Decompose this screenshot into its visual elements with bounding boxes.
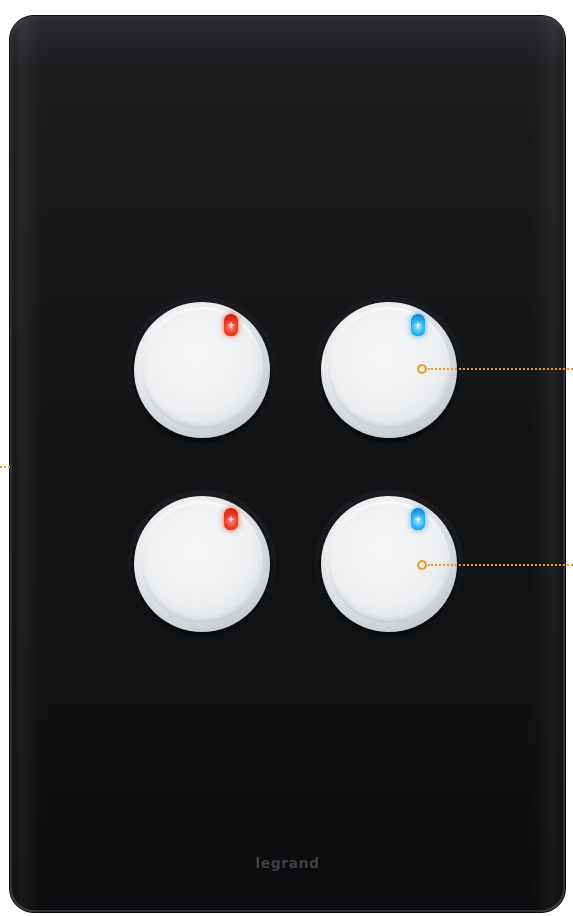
- callout-marker-bottom: [417, 560, 427, 570]
- callout-line-bottom: [428, 564, 573, 566]
- plus-icon: +: [414, 515, 422, 525]
- blue-led-icon: +: [411, 314, 425, 336]
- blue-led-icon: +: [411, 508, 425, 530]
- plus-icon: +: [227, 515, 235, 525]
- push-button-bottom-left[interactable]: +: [128, 490, 276, 638]
- switch-plate: [10, 16, 565, 912]
- push-button-top-left[interactable]: +: [128, 296, 276, 444]
- red-led-icon: +: [224, 314, 238, 336]
- button-cap: [141, 307, 263, 429]
- callout-marker-top: [417, 364, 427, 374]
- plus-icon: +: [414, 321, 422, 331]
- red-led-icon: +: [224, 508, 238, 530]
- button-cap: [141, 501, 263, 623]
- callout-line-left: [0, 466, 10, 468]
- brand-logo: legrand: [255, 856, 320, 872]
- push-button-top-right[interactable]: +: [315, 296, 463, 444]
- callout-line-top: [428, 368, 573, 370]
- plus-icon: +: [227, 321, 235, 331]
- button-cap: [328, 501, 450, 623]
